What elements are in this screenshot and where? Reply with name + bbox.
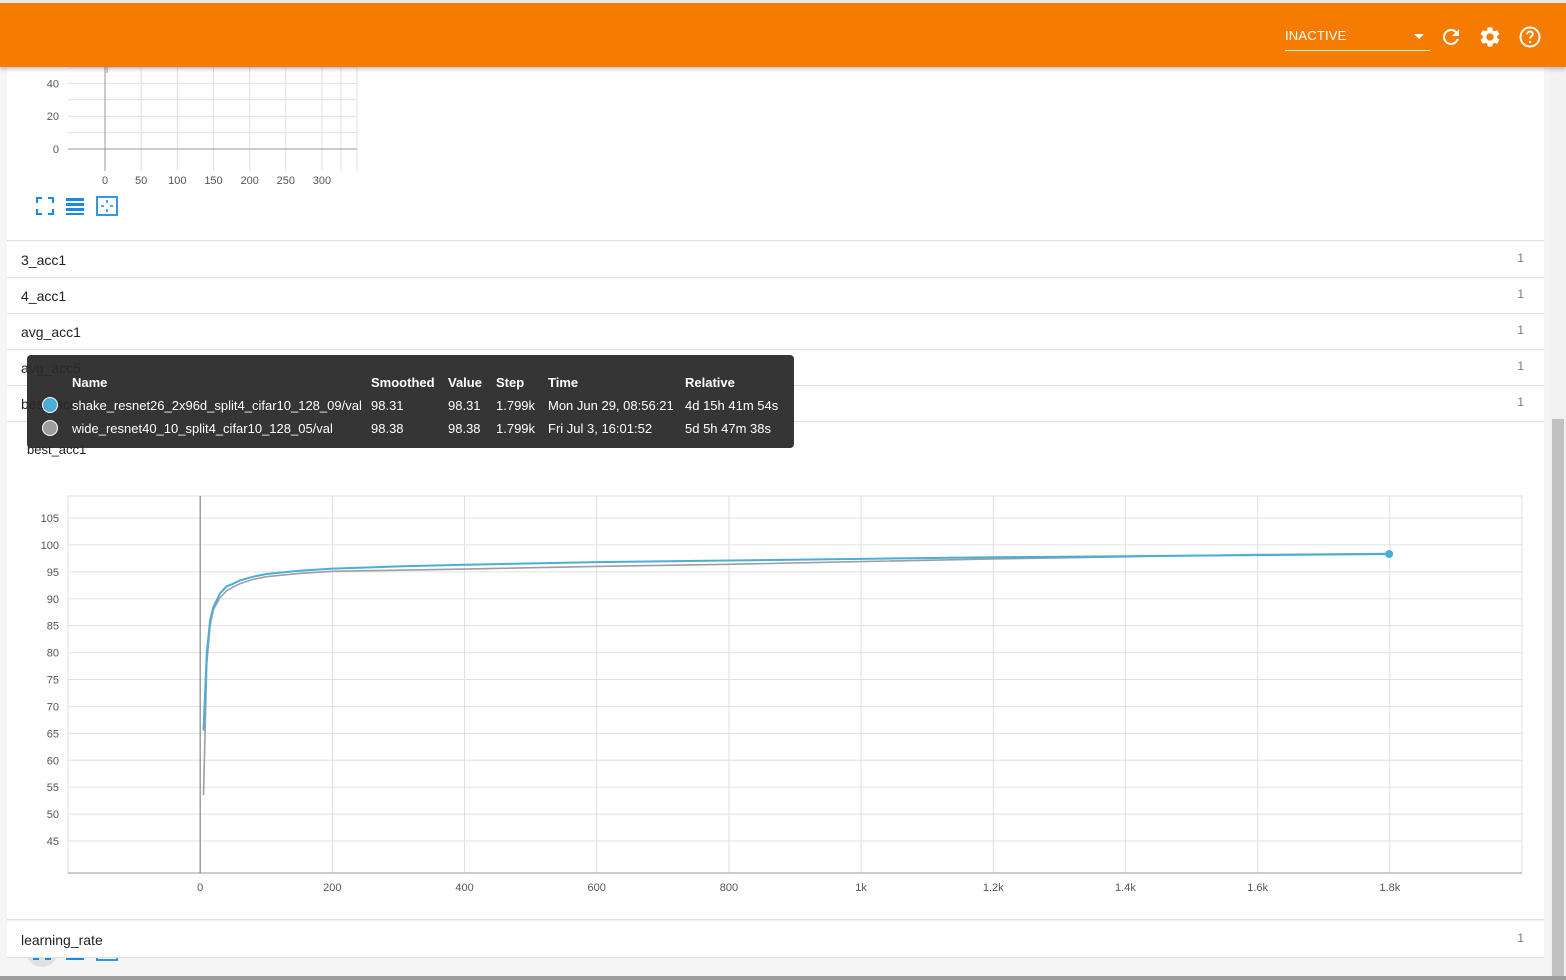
status-value: INACTIVE bbox=[1285, 28, 1347, 43]
y-tick-label: 65 bbox=[47, 728, 59, 740]
main-chart: 45 50 55 60 65 70 75 80 85 90 95 100 105 0 200 400 600 8… bbox=[41, 495, 1523, 894]
y-tick-label: 60 bbox=[47, 755, 59, 767]
x-tick-label: 250 bbox=[277, 175, 295, 187]
chart-tooltip: Name Smoothed Value Step Time Relative s… bbox=[27, 355, 794, 448]
series-swatch bbox=[42, 420, 58, 436]
x-tick-label: 1.4k bbox=[1115, 882, 1136, 894]
fullscreen-icon[interactable] bbox=[33, 194, 57, 218]
x-tick-label: 1.8k bbox=[1379, 882, 1400, 894]
tag-row-4-acc1[interactable]: 4_acc1 1 bbox=[7, 278, 1544, 314]
tooltip-value: 98.38 bbox=[448, 421, 481, 436]
x-tick-label: 150 bbox=[204, 175, 222, 187]
chevron-down-icon bbox=[1414, 34, 1424, 39]
tooltip-step: 1.799k bbox=[496, 398, 536, 413]
tag-label: avg_acc1 bbox=[21, 324, 81, 340]
tooltip-header-name: Name bbox=[72, 375, 108, 390]
x-tick-label: 1.6k bbox=[1247, 882, 1268, 894]
y-tick-label: 80 bbox=[47, 648, 59, 660]
y-tick-label: 45 bbox=[47, 836, 59, 848]
tag-label: 4_acc1 bbox=[21, 288, 67, 304]
list-icon[interactable] bbox=[63, 194, 87, 218]
y-tick-label: 0 bbox=[53, 144, 59, 156]
tag-row-avg-acc1[interactable]: avg_acc1 1 bbox=[7, 314, 1544, 350]
tooltip-header-step: Step bbox=[496, 375, 525, 390]
x-tick-label: 0 bbox=[197, 882, 203, 894]
tooltip-step: 1.799k bbox=[496, 421, 536, 436]
scrollbar-thumb[interactable] bbox=[1552, 419, 1564, 979]
top-chart: 40200 0 50 100 150 200 250 300 bbox=[47, 67, 358, 187]
fit-domain-icon[interactable] bbox=[95, 194, 119, 218]
scrollbar[interactable] bbox=[1550, 67, 1566, 980]
y-tick-label: 95 bbox=[47, 567, 59, 579]
tag-label: learning_rate bbox=[21, 932, 103, 948]
y-tick-label: 85 bbox=[47, 621, 59, 633]
x-tick-label: 200 bbox=[240, 175, 258, 187]
gear-icon[interactable] bbox=[1478, 25, 1502, 49]
tag-count: 1 bbox=[1517, 323, 1524, 337]
y-tick-label: 75 bbox=[47, 675, 59, 687]
main-content: 40 20 0 0 50 100 150 200 250 300 3_acc1 1 4_acc1… bbox=[0, 67, 1566, 980]
tag-count: 1 bbox=[1517, 251, 1524, 265]
x-tick-label: 1.2k bbox=[983, 882, 1004, 894]
chart-card-best-acc1: best_acc1 45 50 55 60 65 70 75 80 85 90 95 100 105 0… bbox=[7, 422, 1544, 967]
x-tick-label: 50 bbox=[135, 175, 147, 187]
y-tick-label: 20 bbox=[47, 111, 59, 123]
bottom-border bbox=[0, 976, 1566, 980]
tooltip-run-name: wide_resnet40_10_split4_cifar10_128_05/v… bbox=[72, 421, 333, 436]
y-tick-label: 40 bbox=[47, 78, 59, 90]
y-tick-label: 105 bbox=[41, 513, 59, 525]
tooltip-smoothed: 98.31 bbox=[371, 398, 404, 413]
y-tick-label: 90 bbox=[47, 594, 59, 606]
x-tick-label: 100 bbox=[168, 175, 186, 187]
x-tick-label: 800 bbox=[720, 882, 738, 894]
tooltip-relative: 5d 5h 47m 38s bbox=[685, 421, 772, 436]
x-tick-label: 200 bbox=[323, 882, 341, 894]
x-tick-label: 600 bbox=[588, 882, 606, 894]
y-tick-label: 50 bbox=[47, 809, 59, 821]
chart-card-top: 40 20 0 0 50 100 150 200 250 300 bbox=[7, 67, 1544, 241]
y-tick-label: 100 bbox=[41, 540, 59, 552]
refresh-icon[interactable] bbox=[1439, 25, 1463, 49]
y-tick-label: 55 bbox=[47, 782, 59, 794]
x-tick-label: 300 bbox=[313, 175, 331, 187]
tooltip-time: Fri Jul 3, 16:01:52 bbox=[548, 421, 653, 436]
tag-count: 1 bbox=[1517, 359, 1524, 373]
tag-row-3-acc1[interactable]: 3_acc1 1 bbox=[7, 242, 1544, 278]
tooltip-value: 98.31 bbox=[448, 398, 481, 413]
tooltip-header-smoothed: Smoothed bbox=[371, 375, 435, 390]
x-tick-label: 0 bbox=[102, 175, 108, 187]
status-select[interactable]: INACTIVE bbox=[1285, 25, 1430, 51]
tooltip-header-value: Value bbox=[448, 375, 482, 390]
y-tick-label: 70 bbox=[47, 701, 59, 713]
tooltip-header-time: Time bbox=[548, 375, 579, 390]
tag-count: 1 bbox=[1517, 287, 1524, 301]
tooltip-run-name: shake_resnet26_2x96d_split4_cifar10_128_… bbox=[72, 398, 362, 413]
tooltip-header-relative: Relative bbox=[685, 375, 735, 390]
tooltip-time: Mon Jun 29, 08:56:21 bbox=[548, 398, 674, 413]
series-line-shake-resnet26 bbox=[202, 553, 1390, 731]
series-endpoint bbox=[1385, 550, 1394, 559]
tag-count: 1 bbox=[1517, 395, 1524, 409]
tooltip-smoothed: 98.38 bbox=[371, 421, 404, 436]
tooltip-relative: 4d 15h 41m 54s bbox=[685, 398, 779, 413]
tag-label: 3_acc1 bbox=[21, 252, 67, 268]
tag-row-learning-rate[interactable]: learning_rate 1 bbox=[7, 922, 1544, 958]
plot-frame bbox=[67, 495, 1523, 874]
series-swatch bbox=[42, 397, 58, 413]
top-bar: INACTIVE bbox=[0, 0, 1566, 67]
series-line-wide-resnet40 bbox=[202, 552, 1390, 796]
tag-count: 1 bbox=[1517, 931, 1524, 945]
help-icon[interactable] bbox=[1518, 25, 1542, 49]
x-tick-label: 1k bbox=[855, 882, 867, 894]
x-tick-label: 400 bbox=[455, 882, 473, 894]
